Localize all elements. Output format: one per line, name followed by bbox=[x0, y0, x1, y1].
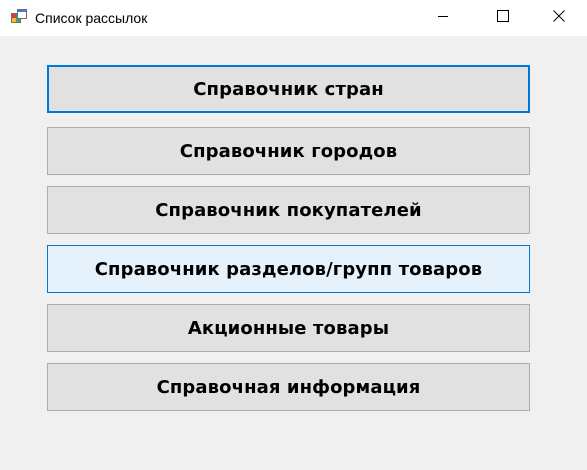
maximize-icon bbox=[497, 9, 509, 27]
client-area: Справочник стран Справочник городов Спра… bbox=[0, 36, 587, 470]
minimize-button[interactable] bbox=[420, 0, 466, 36]
reference-info-button[interactable]: Справочная информация bbox=[47, 363, 530, 411]
countries-directory-button[interactable]: Справочник стран bbox=[47, 65, 530, 113]
minimize-icon bbox=[437, 9, 449, 27]
main-window: Список рассылок Справочник стран Справоч… bbox=[0, 0, 587, 470]
promo-products-button[interactable]: Акционные товары bbox=[47, 304, 530, 352]
maximize-button[interactable] bbox=[480, 0, 526, 36]
cities-directory-button[interactable]: Справочник городов bbox=[47, 127, 530, 175]
app-window-icon[interactable] bbox=[11, 9, 27, 25]
customers-directory-button[interactable]: Справочник покупателей bbox=[47, 186, 530, 234]
product-groups-directory-button[interactable]: Справочник разделов/групп товаров bbox=[47, 245, 530, 293]
close-button[interactable] bbox=[536, 0, 582, 36]
window-title: Список рассылок bbox=[35, 10, 148, 26]
title-bar[interactable]: Список рассылок bbox=[0, 0, 587, 36]
close-icon bbox=[553, 9, 565, 27]
